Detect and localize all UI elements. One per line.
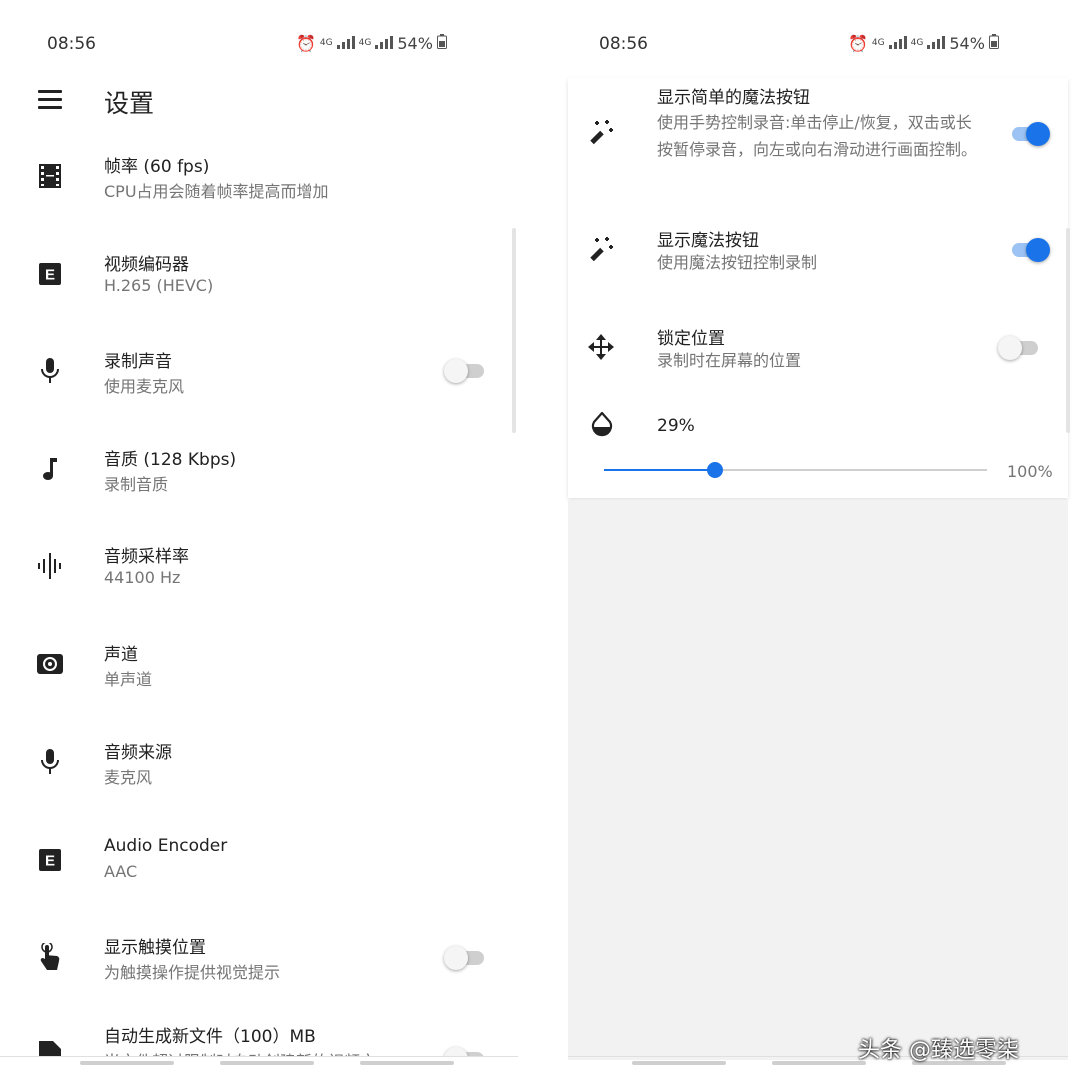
setting-sample-rate[interactable]: 音频采样率 44100 Hz (0, 542, 520, 622)
network-type-1: 4G (319, 38, 333, 48)
setting-summary: H.265 (HEVC) (104, 276, 214, 295)
auto-split-toggle[interactable] (444, 1046, 484, 1056)
magic-button-toggle[interactable] (1008, 237, 1050, 262)
status-time: 08:56 (599, 34, 648, 54)
setting-summary: 为触摸操作提供视觉提示 (104, 963, 281, 982)
setting-summary: 录制时在屏幕的位置 (657, 351, 802, 370)
slider-thumb[interactable] (707, 462, 724, 478)
music-note-icon (36, 455, 64, 483)
setting-video-encoder[interactable]: E 视频编码器 H.265 (HEVC) (0, 250, 520, 330)
slider-max-label: 100% (1007, 462, 1053, 481)
film-icon (36, 162, 64, 190)
setting-title: 音频采样率 (104, 547, 189, 567)
status-icons: ⏰ 4G 4G 54% (296, 34, 447, 53)
divider (0, 1056, 518, 1057)
magic-wand-icon (586, 117, 616, 147)
setting-title: 锁定位置 (657, 329, 725, 349)
setting-title: 声道 (104, 645, 138, 665)
setting-title: 音频来源 (104, 743, 172, 763)
show-touches-toggle[interactable] (444, 945, 484, 970)
setting-title: 显示简单的魔法按钮 (657, 88, 810, 108)
signal-icon-2 (927, 34, 946, 53)
left-screenshot: 08:56 ⏰ 4G 4G 54% 设置 帧率 (60 fps) CPU占用会随… (0, 0, 540, 1086)
setting-title: 录制声音 (104, 352, 172, 372)
status-icons: ⏰ 4G 4G 54% (848, 34, 999, 53)
setting-audio-encoder[interactable]: E Audio Encoder AAC (0, 836, 520, 916)
setting-title: 显示魔法按钮 (657, 231, 759, 251)
setting-summary: 使用魔法按钮控制录制 (657, 253, 818, 272)
watermark: 头条 @臻选零柒 (858, 1038, 1019, 1063)
setting-lock-position[interactable]: 锁定位置 录制时在屏幕的位置 (568, 324, 1048, 384)
setting-summary: 录制音质 (104, 475, 169, 494)
setting-summary: 使用手势控制录音:单击停止/恢复，双击或长按暂停录音，向左或向右滑动进行画面控制… (657, 113, 978, 159)
setting-title: 视频编码器 (104, 255, 189, 275)
setting-summary: AAC (104, 862, 138, 881)
opacity-value: 29% (657, 416, 695, 436)
app-bar: 设置 (0, 78, 540, 124)
magic-wand-icon (586, 234, 616, 264)
signal-icon (336, 34, 355, 53)
simple-magic-button-toggle[interactable] (1008, 121, 1050, 146)
setting-summary: 单声道 (104, 670, 153, 689)
page-title: 设置 (104, 89, 155, 118)
setting-show-touches[interactable]: 显示触摸位置 为触摸操作提供视觉提示 (0, 933, 520, 1013)
microphone-icon (36, 357, 64, 385)
network-type-1: 4G (871, 38, 885, 48)
signal-icon (888, 34, 907, 53)
network-type-2: 4G (358, 38, 372, 48)
svg-text:E: E (45, 267, 55, 284)
setting-title: 显示触摸位置 (104, 938, 206, 958)
scroll-indicator (1066, 228, 1070, 433)
background-area (568, 500, 1068, 1060)
setting-audio-source[interactable]: 音频来源 麦克风 (0, 738, 520, 818)
status-bar: 08:56 ⏰ 4G 4G 54% (0, 28, 540, 62)
network-type-2: 4G (910, 38, 924, 48)
touch-icon (36, 943, 64, 971)
gesture-nav-bar (0, 1061, 540, 1066)
opacity-drop-icon (590, 411, 616, 440)
setting-record-audio[interactable]: 录制声音 使用麦克风 (0, 347, 520, 427)
svg-text:E: E (45, 853, 55, 870)
hamburger-menu-icon[interactable] (38, 90, 62, 110)
scroll-indicator (512, 228, 516, 433)
setting-frame-rate[interactable]: 帧率 (60 fps) CPU占用会随着帧率提高而增加 (0, 152, 520, 232)
waveform-icon (36, 552, 64, 580)
setting-title: 音质 (128 Kbps) (104, 450, 237, 470)
setting-magic-button[interactable]: 显示魔法按钮 使用魔法按钮控制录制 (568, 226, 1050, 286)
opacity-slider[interactable] (604, 462, 987, 478)
status-time: 08:56 (47, 34, 96, 54)
setting-channel[interactable]: 声道 单声道 (0, 640, 520, 720)
file-icon (36, 1040, 64, 1056)
record-audio-toggle[interactable] (444, 358, 484, 383)
right-screenshot: 08:56 ⏰ 4G 4G 54% 显示简单的魔法按钮 使用手势控制录音:单击停… (540, 0, 1080, 1086)
microphone-icon (36, 748, 64, 776)
alarm-icon: ⏰ (848, 34, 868, 53)
setting-simple-magic-button[interactable]: 显示简单的魔法按钮 使用手势控制录音:单击停止/恢复，双击或长按暂停录音，向左或… (568, 83, 1050, 193)
encoder-e-icon: E (36, 846, 64, 874)
battery-percent: 54% (397, 34, 433, 53)
alarm-icon: ⏰ (296, 34, 316, 53)
battery-icon (988, 34, 999, 53)
setting-summary: 当文件超过限制时自动创建新的视频文 (104, 1048, 376, 1056)
setting-summary: 44100 Hz (104, 568, 181, 587)
lock-position-toggle[interactable] (998, 335, 1038, 360)
status-bar: 08:56 ⏰ 4G 4G 54% (540, 28, 1080, 62)
speaker-icon (36, 650, 64, 678)
setting-summary: 麦克风 (104, 768, 153, 787)
setting-title: Audio Encoder (104, 836, 228, 856)
signal-icon-2 (375, 34, 394, 53)
battery-icon (436, 34, 447, 53)
setting-summary: 使用麦克风 (104, 377, 185, 396)
move-arrows-icon (586, 332, 616, 362)
setting-audio-bitrate[interactable]: 音质 (128 Kbps) 录制音质 (0, 445, 520, 525)
encoder-e-icon: E (36, 260, 64, 288)
slider-fill (604, 469, 716, 471)
setting-title: 帧率 (60 fps) (104, 157, 210, 177)
battery-percent: 54% (949, 34, 985, 53)
setting-auto-split-file[interactable]: 自动生成新文件（100）MB 当文件超过限制时自动创建新的视频文 (0, 1022, 520, 1056)
setting-title: 自动生成新文件（100）MB (104, 1027, 316, 1047)
setting-summary: CPU占用会随着帧率提高而增加 (104, 182, 329, 201)
